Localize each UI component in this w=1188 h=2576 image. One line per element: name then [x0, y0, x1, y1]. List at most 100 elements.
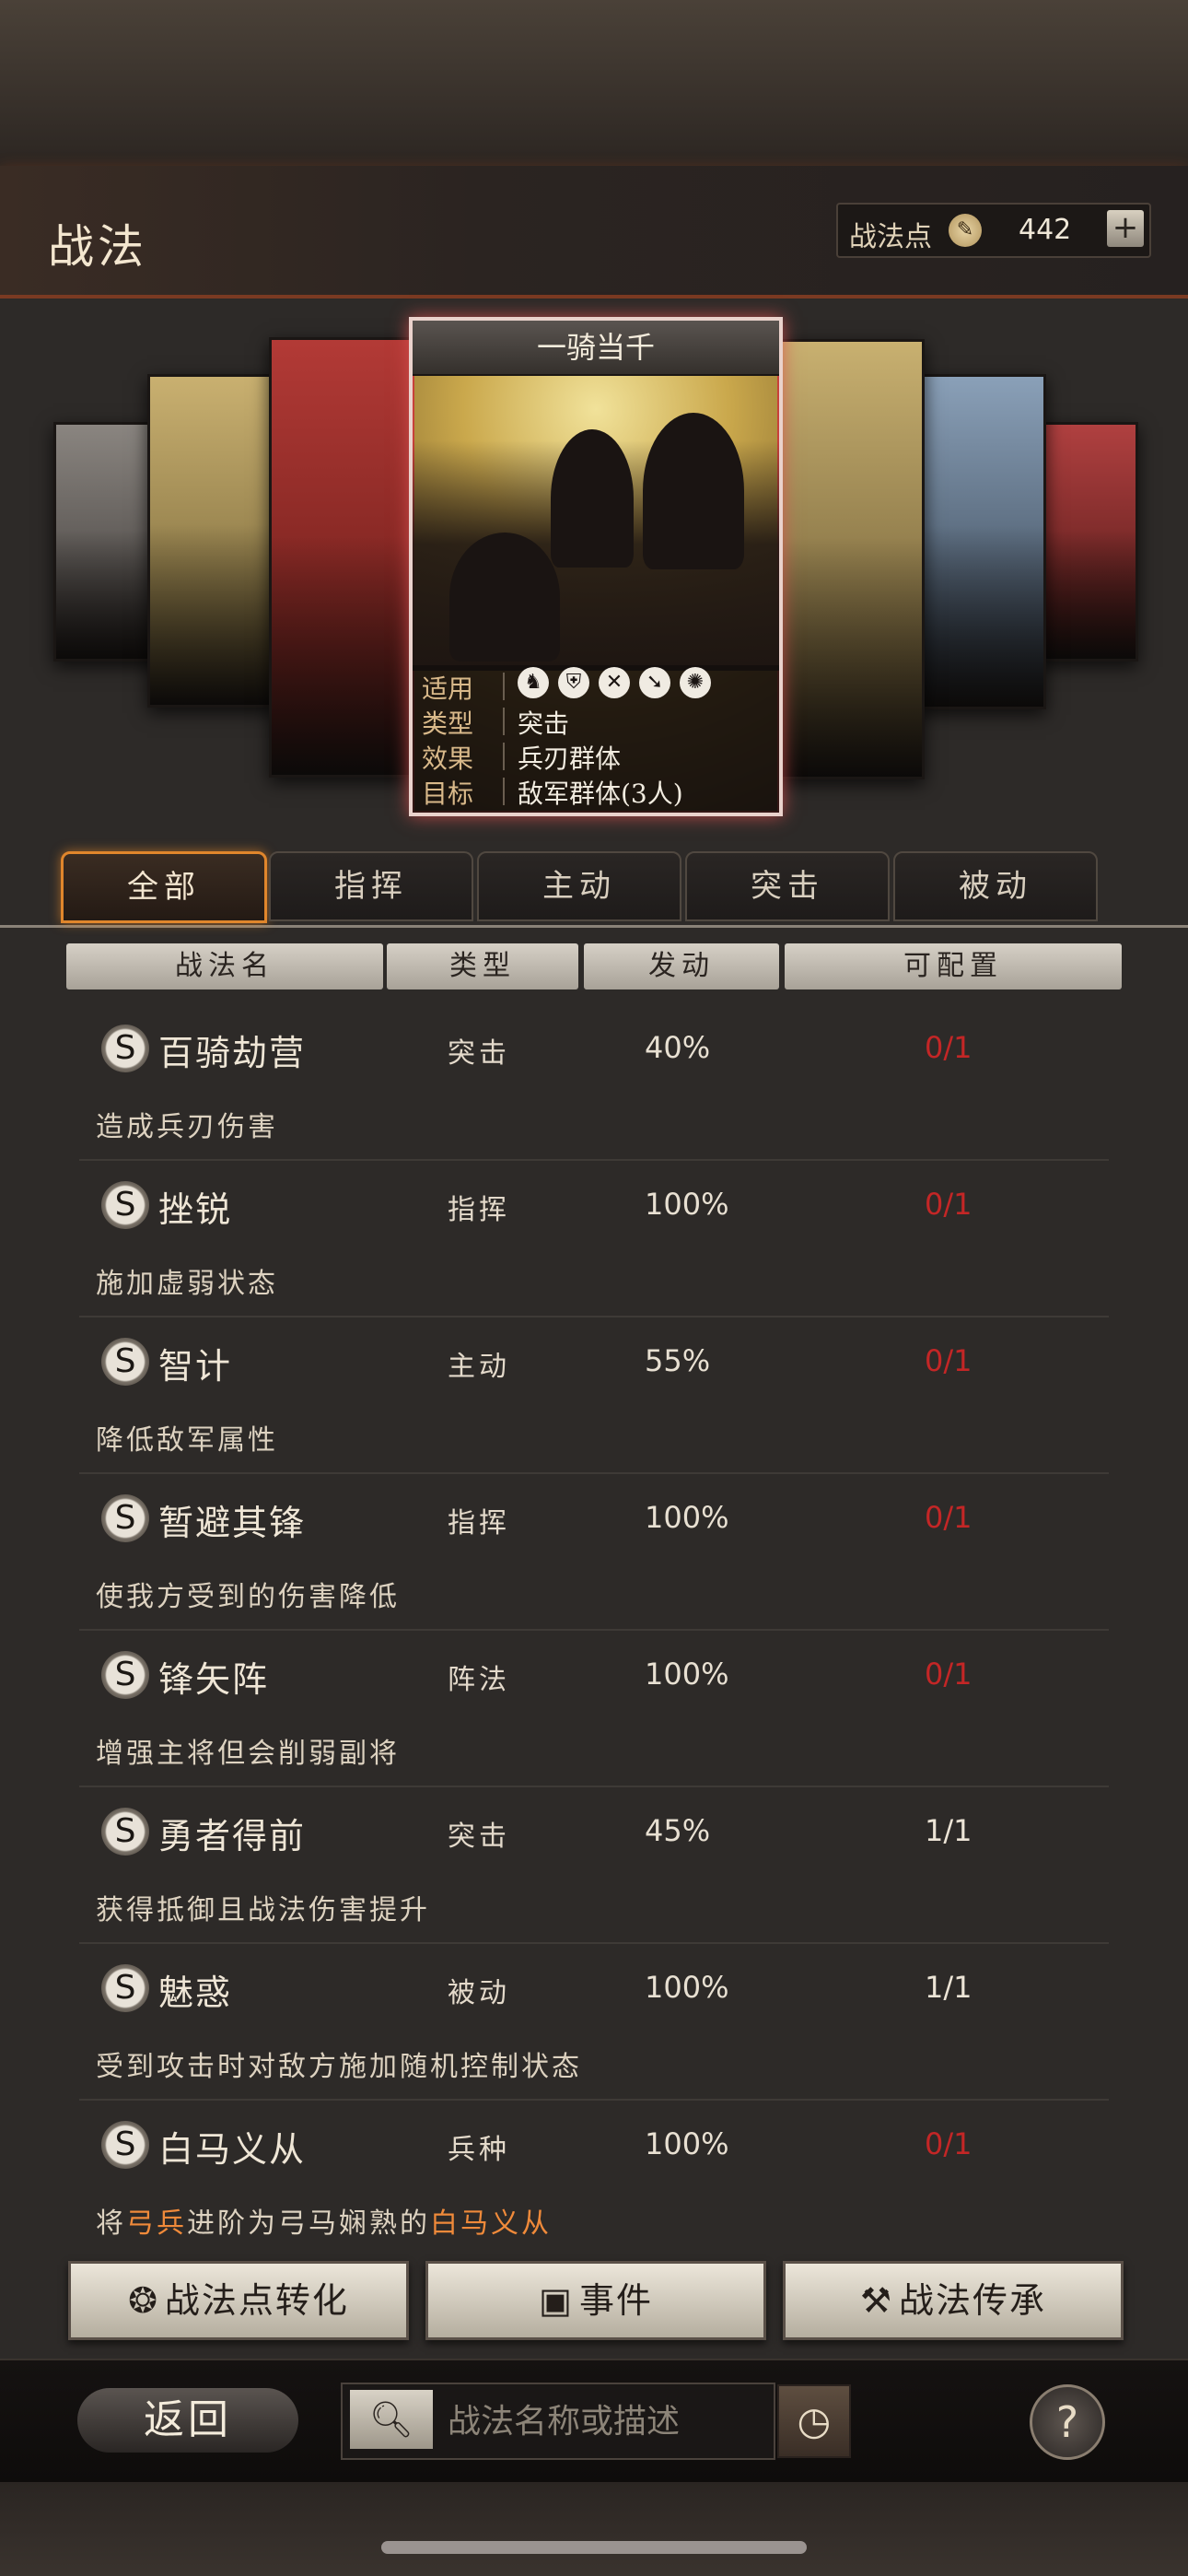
back-button[interactable]: 返回: [77, 2388, 298, 2453]
tactic-rate: 100%: [645, 2126, 729, 2161]
header: 战法 战法点 ✎ 442 +: [0, 166, 1188, 299]
desc-highlight: 白马义从: [430, 2207, 552, 2240]
tactic-slots: 0/1: [925, 1500, 973, 1535]
list-item[interactable]: S 挫锐 指挥 100% 0/1 施加虚弱状态: [0, 1161, 1188, 1317]
main-panel: 一骑当千 适用 ♞ ⛨ ✕ ➘ ✺ 类型 突击 效果 兵刃群体 目标 敌军群体(…: [0, 299, 1188, 2359]
tactic-type: 主动: [448, 1351, 510, 1383]
tactic-slots: 0/1: [925, 1657, 973, 1692]
tactic-description: 获得抵御且战法伤害提升: [96, 1894, 430, 1926]
quill-icon: ✎: [949, 214, 982, 247]
tactic-rate: 100%: [645, 1187, 729, 1222]
tactic-type: 被动: [448, 1977, 510, 2009]
info-value: 突击: [518, 708, 570, 739]
tactic-points-box: 战法点 ✎ 442 +: [836, 203, 1151, 258]
list-item[interactable]: S 暂避其锋 指挥 100% 0/1 使我方受到的伤害降低: [0, 1474, 1188, 1631]
clock-icon[interactable]: ◷: [777, 2384, 851, 2458]
tactic-description: 受到攻击时对敌方施加随机控制状态: [96, 2051, 582, 2083]
tactic-name: 锋矢阵: [158, 1659, 270, 1700]
list-item[interactable]: S 锋矢阵 阵法 100% 0/1 增强主将但会削弱副将: [0, 1631, 1188, 1787]
shield-icon: ⛨: [558, 667, 589, 698]
tactic-rate: 55%: [645, 1343, 711, 1378]
chariot-icon: ✺: [680, 667, 711, 698]
troop-icons: ♞ ⛨ ✕ ➘ ✺: [518, 667, 711, 698]
desc-highlight: 弓兵: [126, 2207, 187, 2240]
help-button[interactable]: ?: [1030, 2384, 1105, 2460]
card-name: 一骑当千: [413, 321, 779, 376]
column-header-rate[interactable]: 发动: [584, 943, 779, 989]
column-header-name[interactable]: 战法名: [66, 943, 383, 989]
column-header-slots[interactable]: 可配置: [785, 943, 1122, 989]
carousel-card[interactable]: [147, 374, 278, 708]
flame-icon: ❂: [128, 2280, 159, 2321]
bottom-bar: 返回 🔍︎ ◷ ?: [0, 2359, 1188, 2484]
carousel-card[interactable]: [1035, 422, 1138, 662]
carousel-card[interactable]: [772, 339, 925, 779]
tactic-name: 魅惑: [158, 1973, 233, 2013]
grade-badge: S: [101, 1808, 149, 1856]
page-title: 战法: [48, 220, 147, 274]
tab-passive[interactable]: 被动: [893, 851, 1098, 921]
card-carousel: 一骑当千 适用 ♞ ⛨ ✕ ➘ ✺ 类型 突击 效果 兵刃群体 目标 敌军群体(…: [0, 299, 1188, 816]
tactic-description: 将弓兵进阶为弓马娴熟的白马义从: [96, 2200, 552, 2241]
info-value: 兵刃群体: [518, 744, 622, 774]
grade-badge: S: [101, 1651, 149, 1699]
add-points-button[interactable]: +: [1107, 210, 1144, 247]
card-info-panel: 适用 ♞ ⛨ ✕ ➘ ✺ 类型 突击 效果 兵刃群体 目标 敌军群体(3人): [413, 665, 779, 813]
tactic-slots: 1/1: [925, 1813, 973, 1848]
desc-text: 进阶为弓马娴熟的: [187, 2207, 430, 2240]
button-label: 战法点转化: [164, 2280, 349, 2321]
events-button[interactable]: ▣ 事件: [425, 2261, 766, 2340]
tactic-type: 突击: [448, 1037, 510, 1070]
tab-assault[interactable]: 突击: [685, 851, 890, 921]
tactic-description: 增强主将但会削弱副将: [96, 1738, 400, 1770]
carousel-card[interactable]: [53, 422, 162, 662]
spear-icon: ➘: [639, 667, 670, 698]
action-bar: ❂ 战法点转化 ▣ 事件 ⚒ 战法传承: [0, 2261, 1188, 2353]
list-item[interactable]: S 勇者得前 突击 45% 1/1 获得抵御且战法伤害提升: [0, 1787, 1188, 1944]
tactic-name: 智计: [158, 1346, 233, 1387]
list-item[interactable]: S 百骑劫营 突击 40% 0/1 造成兵刃伤害: [0, 1004, 1188, 1161]
tactic-rate: 45%: [645, 1813, 711, 1848]
search-box: 🔍︎: [341, 2383, 775, 2460]
tactic-type: 兵种: [448, 2134, 510, 2166]
inherit-button[interactable]: ⚒ 战法传承: [783, 2261, 1124, 2340]
carousel-card[interactable]: [915, 374, 1046, 709]
desc-text: 将: [96, 2207, 126, 2240]
table-header: 战法名 类型 发动 可配置: [0, 943, 1188, 991]
tactic-rate: 100%: [645, 1500, 729, 1535]
tactic-description: 造成兵刃伤害: [96, 1111, 278, 1143]
list-item[interactable]: S 白马义从 兵种 100% 0/1 将弓兵进阶为弓马娴熟的白马义从: [0, 2101, 1188, 2257]
tactic-rate: 100%: [645, 1970, 729, 2005]
search-input[interactable]: [446, 2395, 763, 2447]
home-indicator[interactable]: [381, 2541, 807, 2554]
tactic-rate: 100%: [645, 1657, 729, 1692]
button-label: 事件: [578, 2280, 653, 2321]
search-icon[interactable]: 🔍︎: [350, 2390, 433, 2449]
convert-points-button[interactable]: ❂ 战法点转化: [68, 2261, 409, 2340]
carousel-card[interactable]: [269, 337, 414, 778]
tactic-rate: 40%: [645, 1030, 711, 1065]
tactic-type: 突击: [448, 1821, 510, 1853]
list-item[interactable]: S 智计 主动 55% 0/1 降低敌军属性: [0, 1317, 1188, 1474]
tactic-name: 百骑劫营: [158, 1033, 307, 1073]
tab-active[interactable]: 主动: [477, 851, 681, 921]
tactic-slots: 0/1: [925, 1030, 973, 1065]
grade-badge: S: [101, 1181, 149, 1229]
featured-tactic-card[interactable]: 一骑当千 适用 ♞ ⛨ ✕ ➘ ✺ 类型 突击 效果 兵刃群体 目标 敌军群体(…: [409, 317, 783, 816]
grade-badge: S: [101, 1338, 149, 1386]
tab-command[interactable]: 指挥: [269, 851, 473, 921]
column-header-type[interactable]: 类型: [387, 943, 578, 989]
bow-icon: ✕: [599, 667, 630, 698]
alert-icon: ▣: [539, 2280, 574, 2321]
grade-badge: S: [101, 1025, 149, 1072]
tactic-name: 暂避其锋: [158, 1503, 307, 1543]
tab-all[interactable]: 全部: [61, 851, 267, 923]
tactic-type: 指挥: [448, 1194, 510, 1226]
list-item[interactable]: S 魅惑 被动 100% 1/1 受到攻击时对敌方施加随机控制状态: [0, 1944, 1188, 2101]
tactic-slots: 0/1: [925, 1187, 973, 1222]
info-value: 敌军群体(3人): [518, 779, 683, 809]
tactic-slots: 0/1: [925, 1343, 973, 1378]
tactic-slots: 1/1: [925, 1970, 973, 2005]
grade-badge: S: [101, 1494, 149, 1542]
info-key: 效果: [422, 744, 474, 774]
